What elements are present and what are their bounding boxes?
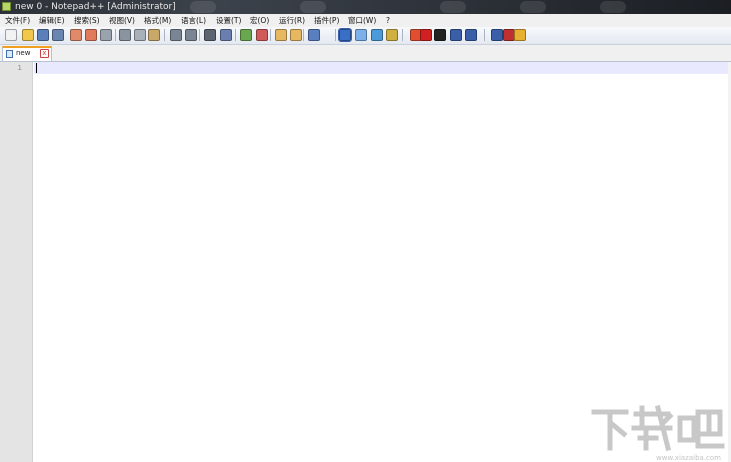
menu-format[interactable]: 格式(M) [144, 14, 171, 27]
toolbar-separator [402, 29, 403, 41]
find-icon[interactable] [204, 29, 216, 41]
watermark: www.xiazaiba.com [590, 404, 725, 462]
toolbar-separator [270, 29, 271, 41]
text-caret [36, 63, 37, 73]
print-icon[interactable] [100, 29, 112, 41]
plugin-icon[interactable] [514, 29, 526, 41]
doc-map-icon[interactable] [371, 29, 383, 41]
zoom-out-icon[interactable] [256, 29, 268, 41]
toolbar-separator [164, 29, 165, 41]
stop-macro-icon[interactable] [434, 29, 446, 41]
current-line-highlight [34, 62, 731, 74]
replace-icon[interactable] [220, 29, 232, 41]
watermark-url: www.xiazaiba.com [656, 454, 721, 462]
show-all-chars-icon[interactable] [338, 28, 352, 42]
redo-icon[interactable] [185, 29, 197, 41]
word-wrap-icon[interactable] [308, 29, 320, 41]
menu-bar: 文件(F) 编辑(E) 搜索(S) 视图(V) 格式(M) 语言(L) 设置(T… [0, 14, 731, 27]
watermark-logo [591, 404, 725, 452]
menu-run[interactable]: 运行(R) [279, 14, 305, 27]
toolbar-separator [235, 29, 236, 41]
open-file-icon[interactable] [22, 29, 34, 41]
toolbar-separator [303, 29, 304, 41]
menu-window[interactable]: 窗口(W) [348, 14, 376, 27]
title-bar: new 0 - Notepad++ [Administrator] [0, 0, 731, 14]
toolbar [0, 27, 731, 45]
paste-icon[interactable] [148, 29, 160, 41]
sync-horizontal-icon[interactable] [290, 29, 302, 41]
play-multiple-icon[interactable] [465, 29, 477, 41]
tab-new[interactable]: new x [2, 46, 52, 61]
save-macro-icon[interactable] [491, 29, 503, 41]
close-icon[interactable] [70, 29, 82, 41]
menu-plugins[interactable]: 插件(P) [314, 14, 339, 27]
new-file-icon[interactable] [5, 29, 17, 41]
toolbar-separator [484, 29, 485, 41]
zoom-in-icon[interactable] [240, 29, 252, 41]
toolbar-separator [335, 29, 336, 41]
undo-icon[interactable] [170, 29, 182, 41]
play-macro-icon[interactable] [450, 29, 462, 41]
menu-search[interactable]: 搜索(S) [74, 14, 100, 27]
record-macro-icon[interactable] [420, 29, 432, 41]
notepad-app-icon [2, 2, 11, 11]
tab-save-state-icon [6, 50, 13, 58]
menu-help[interactable]: ? [386, 14, 390, 27]
close-all-icon[interactable] [85, 29, 97, 41]
line-number: 1 [17, 64, 22, 72]
line-number-gutter: 1 [0, 62, 33, 462]
save-icon[interactable] [37, 29, 49, 41]
menu-file[interactable]: 文件(F) [5, 14, 30, 27]
menu-settings[interactable]: 设置(T) [216, 14, 241, 27]
menu-macro[interactable]: 宏(O) [250, 14, 269, 27]
indent-guide-icon[interactable] [355, 29, 367, 41]
menu-edit[interactable]: 编辑(E) [39, 14, 65, 27]
function-list-icon[interactable] [386, 29, 398, 41]
menu-language[interactable]: 语言(L) [181, 14, 206, 27]
toolbar-separator [199, 29, 200, 41]
toolbar-separator [115, 29, 116, 41]
tab-label: new [16, 49, 31, 57]
window-title: new 0 - Notepad++ [Administrator] [15, 2, 176, 12]
cut-icon[interactable] [119, 29, 131, 41]
copy-icon[interactable] [134, 29, 146, 41]
sync-vertical-icon[interactable] [275, 29, 287, 41]
tab-close-icon[interactable]: x [40, 49, 49, 58]
editor-area[interactable]: 1 [0, 62, 731, 462]
save-all-icon[interactable] [52, 29, 64, 41]
menu-view[interactable]: 视图(V) [109, 14, 135, 27]
tab-bar: new x [0, 45, 731, 62]
